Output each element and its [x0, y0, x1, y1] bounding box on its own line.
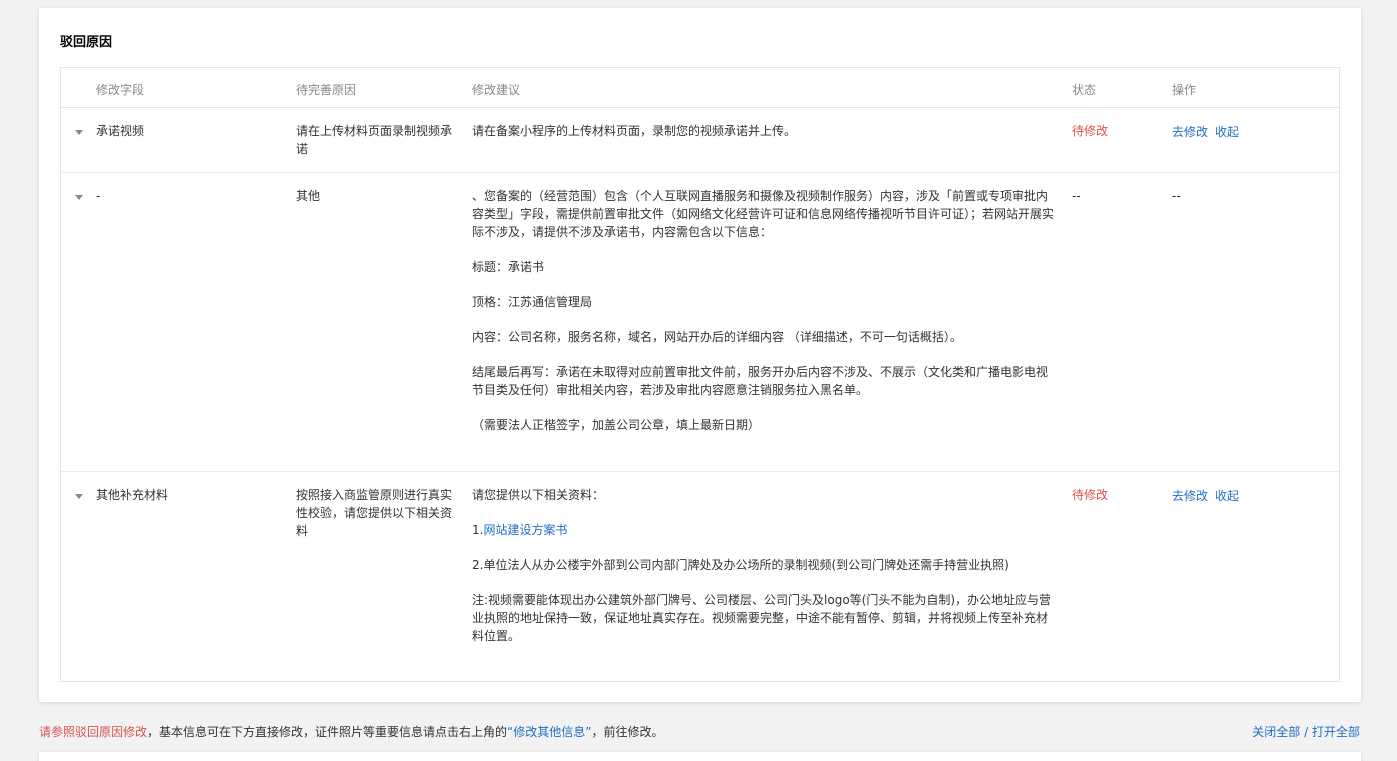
suggestion-text: 结尾最后再写：承诺在未取得对应前置审批文件前，服务开办后内容不涉及、不展示（文化…: [472, 365, 1049, 397]
suggestion-text: （需要法人正楷签字，加盖公司公章，填上最新日期）: [472, 418, 761, 432]
basic-info-card: [39, 752, 1361, 761]
table-row: 其他补充材料 按照接入商监管原则进行真实性校验，请您提供以下相关资料 请您提供以…: [61, 472, 1339, 683]
collapse-arrow-icon[interactable]: [75, 494, 83, 499]
suggestion-text: 2.单位法人从办公楼宇外部到公司内部门牌处及办公场所的录制视频(到公司门牌处还需…: [472, 558, 1009, 572]
table-row: 承诺视频 请在上传材料页面录制视频承诺 请在备案小程序的上传材料页面，录制您的视…: [61, 108, 1339, 173]
collapse-arrow-icon[interactable]: [75, 130, 83, 135]
plan-doc-link[interactable]: 网站建设方案书: [483, 523, 567, 537]
status-badge: 待修改: [1072, 488, 1109, 502]
modify-other-info-link[interactable]: “修改其他信息”: [507, 725, 591, 739]
table-row: - 其他 、您备案的（经营范围）包含（个人互联网直播服务和摄像及视频制作服务）内…: [61, 173, 1339, 472]
suggestion-text: 内容：公司名称，服务名称，域名，网站开办后的详细内容 （详细描述，不可一句话概括…: [472, 330, 962, 344]
separator: /: [1300, 725, 1312, 739]
row-ops: --: [1172, 189, 1181, 203]
row-ops: 去修改 收起: [1172, 487, 1332, 505]
footer-note-red: 请参照驳回原因修改: [39, 725, 148, 739]
header-field: 修改字段: [96, 83, 145, 97]
row-reason: 按照接入商监管原则进行真实性校验，请您提供以下相关资料: [296, 488, 453, 538]
row-ops: 去修改 收起: [1172, 123, 1332, 141]
row-field: 其他补充材料: [96, 488, 169, 502]
reject-reason-table: 修改字段 待完善原因 修改建议 状态 操作 承诺视频 请在上传材料页面录制视频承…: [60, 67, 1340, 682]
header-suggestion: 修改建议: [472, 83, 521, 97]
header-status: 状态: [1072, 83, 1097, 97]
row-suggestion: 请在备案小程序的上传材料页面，录制您的视频承诺并上传。: [472, 122, 1057, 140]
collapse-arrow-icon[interactable]: [75, 195, 83, 200]
edit-link[interactable]: 去修改: [1172, 125, 1208, 139]
card-title: 驳回原因: [60, 35, 113, 50]
row-field: -: [96, 189, 101, 203]
row-suggestion: 请您提供以下相关资料： 1.网站建设方案书 2.单位法人从办公楼宇外部到公司内部…: [472, 486, 1057, 645]
status-badge: --: [1072, 189, 1081, 203]
item-number: 1.: [472, 523, 484, 537]
reject-reason-card: 驳回原因 修改字段 待完善原因 修改建议 状态 操作 承诺视频 请在上传材料页面…: [39, 8, 1361, 702]
header-ops: 操作: [1172, 83, 1197, 97]
row-suggestion: 、您备案的（经营范围）包含（个人互联网直播服务和摄像及视频制作服务）内容，涉及「…: [472, 187, 1057, 434]
table-header: 修改字段 待完善原因 修改建议 状态 操作: [61, 68, 1339, 108]
suggestion-item: 1.网站建设方案书: [472, 521, 1057, 539]
footer-note: 请参照驳回原因修改，基本信息可在下方直接修改，证件照片等重要信息请点击右上角的“…: [39, 723, 663, 740]
edit-link[interactable]: 去修改: [1172, 489, 1208, 503]
header-reason: 待完善原因: [296, 83, 357, 97]
footer-note-end: ，前往修改。: [591, 725, 664, 739]
suggestion-text: 顶格：江苏通信管理局: [472, 295, 593, 309]
collapse-link[interactable]: 收起: [1215, 125, 1239, 139]
row-field: 承诺视频: [96, 124, 145, 138]
close-all-button[interactable]: 关闭全部: [1252, 725, 1300, 739]
row-reason: 其他: [296, 189, 321, 203]
suggestion-text: 请您提供以下相关资料：: [472, 488, 605, 502]
suggestion-text: 请在备案小程序的上传材料页面，录制您的视频承诺并上传。: [472, 124, 797, 138]
suggestion-note: 注:视频需要能体现出办公建筑外部门牌号、公司楼层、公司门头及logo等(门头不能…: [472, 593, 1052, 643]
open-all-button[interactable]: 打开全部: [1312, 725, 1360, 739]
suggestion-text: 、您备案的（经营范围）包含（个人互联网直播服务和摄像及视频制作服务）内容，涉及「…: [472, 189, 1055, 239]
collapse-link[interactable]: 收起: [1215, 489, 1239, 503]
footer-note-text: ，基本信息可在下方直接修改，证件照片等重要信息请点击右上角的: [147, 725, 508, 739]
status-badge: 待修改: [1072, 124, 1109, 138]
row-reason: 请在上传材料页面录制视频承诺: [296, 124, 453, 156]
toggle-all: 关闭全部 / 打开全部: [1252, 723, 1360, 740]
suggestion-text: 标题：承诺书: [472, 260, 545, 274]
